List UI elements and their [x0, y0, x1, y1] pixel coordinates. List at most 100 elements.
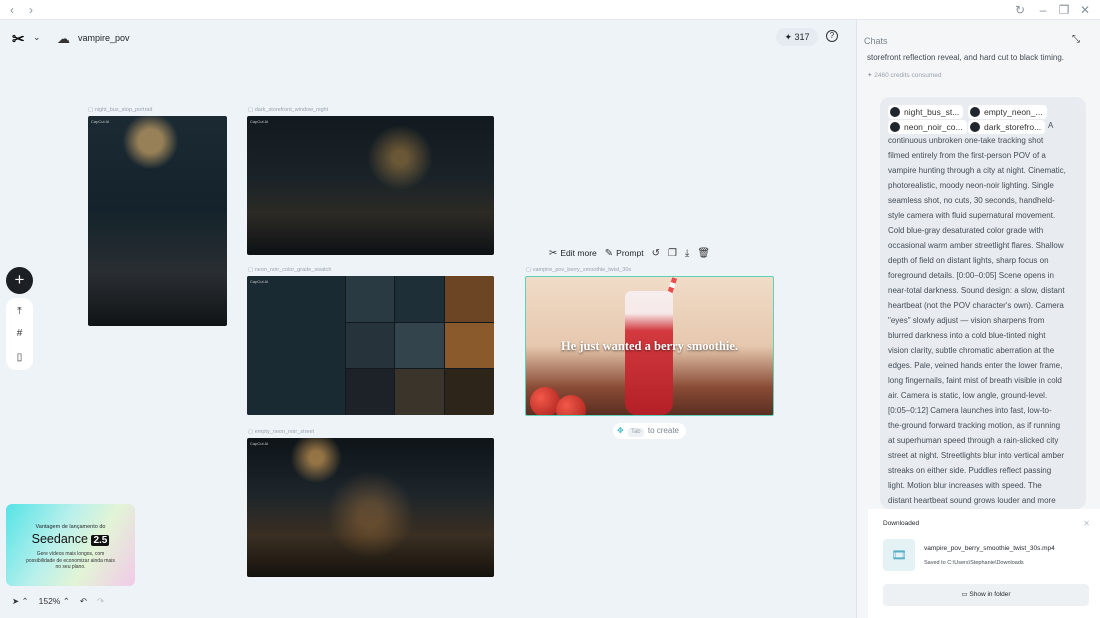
- message-line: filmed entirely from the first-person PO…: [888, 151, 1046, 160]
- close-icon[interactable]: ✕: [1078, 3, 1092, 17]
- app-logo-icon[interactable]: ✂: [12, 30, 25, 48]
- artboard-label-bus[interactable]: night_bus_stop_portrait: [88, 107, 152, 113]
- scissors-icon: ✂: [549, 247, 558, 259]
- message-line: street at night. Streetlights blur into …: [888, 451, 1065, 460]
- message-line: continuous unbroken one-take tracking sh…: [888, 136, 1044, 145]
- add-button[interactable]: +: [6, 267, 33, 294]
- download-notification: Downloaded ✕ 🎞 vampire_pov_berry_smoothi…: [868, 509, 1100, 618]
- message-line: Cold blue-gray desaturated color grade w…: [888, 226, 1044, 235]
- message-line: foreground details. [0:00–0:05] Scene op…: [888, 271, 1054, 280]
- artboard-neon-noir-swatch[interactable]: CapCut AI: [247, 276, 494, 415]
- sparkle-icon: ✦: [784, 32, 792, 42]
- upload-icon[interactable]: ⤒: [6, 306, 33, 317]
- edit-more-button[interactable]: ✂ Edit more: [549, 248, 597, 259]
- berry-illustration: [556, 395, 586, 415]
- folder-icon: ▭: [961, 591, 968, 598]
- reference-chip[interactable]: night_bus_st...: [888, 105, 964, 119]
- chevron-right-icon[interactable]: ›: [24, 3, 38, 17]
- prompt-button[interactable]: ✎ Prompt: [605, 248, 644, 259]
- help-icon[interactable]: ?: [826, 30, 838, 42]
- previous-message: storefront reflection reveal, and hard c…: [867, 53, 1064, 62]
- message-line: near-total darkness. Sound design: a slo…: [888, 286, 1065, 295]
- minimize-icon[interactable]: –: [1036, 3, 1050, 17]
- message-line: at superhuman speed through a rain-slick…: [888, 436, 1059, 445]
- message-line: "eyes" slowly adjust — vision sharpens f…: [888, 316, 1045, 325]
- edit-more-label: Edit more: [560, 248, 597, 258]
- artboard-dark-storefront[interactable]: CapCut AI: [247, 116, 494, 255]
- user-message-bubble: night_bus_st... empty_neon_... neon_noir…: [880, 97, 1086, 509]
- watermark: CapCut AI: [250, 279, 269, 284]
- refresh-icon[interactable]: ↻: [1013, 3, 1027, 17]
- message-line: heartbeat (not the POV character's own).…: [888, 301, 1064, 310]
- promo-description: Gere vídeos mais longos, com possibilida…: [26, 551, 115, 570]
- message-line: [0:05–0:12] Camera launches into fast, l…: [888, 406, 1052, 415]
- promo-brand-name: Seedance: [31, 532, 88, 546]
- message-line: vampire hunting through a city at night.…: [888, 166, 1066, 175]
- artboard-label-store[interactable]: dark_storefront_window_night: [248, 107, 328, 113]
- artboard-label-swatch[interactable]: neon_noir_color_grade_swatch: [248, 267, 332, 273]
- promo-version-badge: 2.5: [91, 535, 110, 546]
- credits-count: 317: [794, 32, 810, 42]
- watermark: CapCut AI: [91, 119, 110, 124]
- video-file-icon: 🎞: [883, 539, 915, 571]
- artboard-label-street[interactable]: empty_neon_noir_street: [248, 429, 314, 435]
- promo-line1: Vantagem de lançamento do: [35, 524, 106, 530]
- cloud-icon[interactable]: ☁: [57, 31, 70, 47]
- message-line: long fingernails, faint mist of breath v…: [888, 376, 1062, 385]
- sparkle-icon: ✥: [617, 426, 624, 435]
- artboard-night-bus-stop[interactable]: CapCut AI: [88, 116, 227, 326]
- bottom-controls: ➤ ⌃ 152% ⌃ ↶ ↷: [12, 596, 104, 607]
- download-title: Downloaded: [883, 520, 920, 527]
- history-icon[interactable]: ↺: [652, 248, 660, 259]
- duplicate-icon[interactable]: ❐: [668, 248, 677, 259]
- restore-icon[interactable]: ❐: [1057, 3, 1071, 17]
- selection-toolbar: ✂ Edit more ✎ Prompt ↺ ❐ ⤓ 🗑: [549, 243, 710, 263]
- show-in-folder-label: Show in folder: [969, 591, 1011, 598]
- watermark: CapCut AI: [250, 441, 269, 446]
- smoothie-caption: He just wanted a berry smoothie.: [560, 339, 739, 353]
- tab-key: Tab: [627, 428, 644, 437]
- reference-chip[interactable]: dark_storefro...: [968, 120, 1046, 134]
- message-line: light. Motion blur increases with speed.…: [888, 481, 1042, 490]
- credits-button[interactable]: ✦ 317: [776, 28, 818, 46]
- chevron-left-icon[interactable]: ‹: [5, 3, 19, 17]
- frame-icon[interactable]: #: [6, 328, 33, 339]
- tab-hint-text: to create: [647, 426, 679, 435]
- pointer-tool-icon[interactable]: ➤ ⌃: [12, 596, 29, 607]
- message-lead-text: A: [1048, 121, 1054, 130]
- message-line: edges. Pale, veined hands enter the lowe…: [888, 361, 1063, 370]
- redo-icon[interactable]: ↷: [97, 596, 104, 607]
- message-line: blurred darkness into a cold blue-tinted…: [888, 331, 1046, 340]
- watermark: CapCut AI: [250, 119, 269, 124]
- prompt-label: Prompt: [616, 248, 644, 258]
- message-line: photorealistic, moody neon-noir lighting…: [888, 181, 1054, 190]
- undo-icon[interactable]: ↶: [80, 596, 87, 607]
- chevron-down-icon[interactable]: ⌄: [33, 32, 41, 43]
- show-in-folder-button[interactable]: ▭ Show in folder: [883, 584, 1089, 606]
- artboard-empty-street[interactable]: CapCut AI: [247, 438, 494, 577]
- close-icon[interactable]: ✕: [1083, 519, 1090, 528]
- message-line: seamless shot, no cuts, 30 seconds, hand…: [888, 196, 1055, 205]
- message-line: vision clarity, subtle chromatic aberrat…: [888, 346, 1055, 355]
- zoom-value: 152%: [38, 596, 61, 606]
- window-titlebar: ‹ › ↻ – ❐ ✕: [0, 0, 1100, 20]
- trash-icon[interactable]: 🗑: [697, 248, 710, 259]
- message-line: style camera with fluid supernatural mov…: [888, 211, 1056, 220]
- zoom-level[interactable]: 152% ⌃: [39, 596, 70, 607]
- message-line: distant heartbeat sound grows louder and…: [888, 496, 1056, 505]
- artboard-berry-smoothie[interactable]: He just wanted a berry smoothie.: [525, 276, 774, 416]
- promo-brand: Seedance 2.5: [6, 532, 135, 546]
- message-line: streaks on either side. Puddles reflect …: [888, 466, 1052, 475]
- reference-chip[interactable]: empty_neon_...: [968, 105, 1047, 119]
- book-icon[interactable]: ▯: [6, 352, 33, 363]
- seedance-promo-banner[interactable]: Vantagem de lançamento do Seedance 2.5 G…: [6, 504, 135, 586]
- download-filename[interactable]: vampire_pov_berry_smoothie_twist_30s.mp4: [924, 545, 1055, 552]
- download-icon[interactable]: ⤓: [685, 248, 689, 259]
- artboard-label-smoothie[interactable]: vampire_pov_berry_smoothie_twist_30s: [526, 267, 631, 273]
- collapse-icon[interactable]: ⤡: [1072, 34, 1080, 45]
- tab-create-hint: ✥ Tab to create: [613, 423, 686, 439]
- credits-consumed-text: 2460 credits consumed: [874, 72, 942, 79]
- reference-chip[interactable]: neon_noir_co...: [888, 120, 967, 134]
- project-name[interactable]: vampire_pov: [78, 33, 130, 43]
- message-line: depth of field on distant lights, sharp …: [888, 256, 1049, 265]
